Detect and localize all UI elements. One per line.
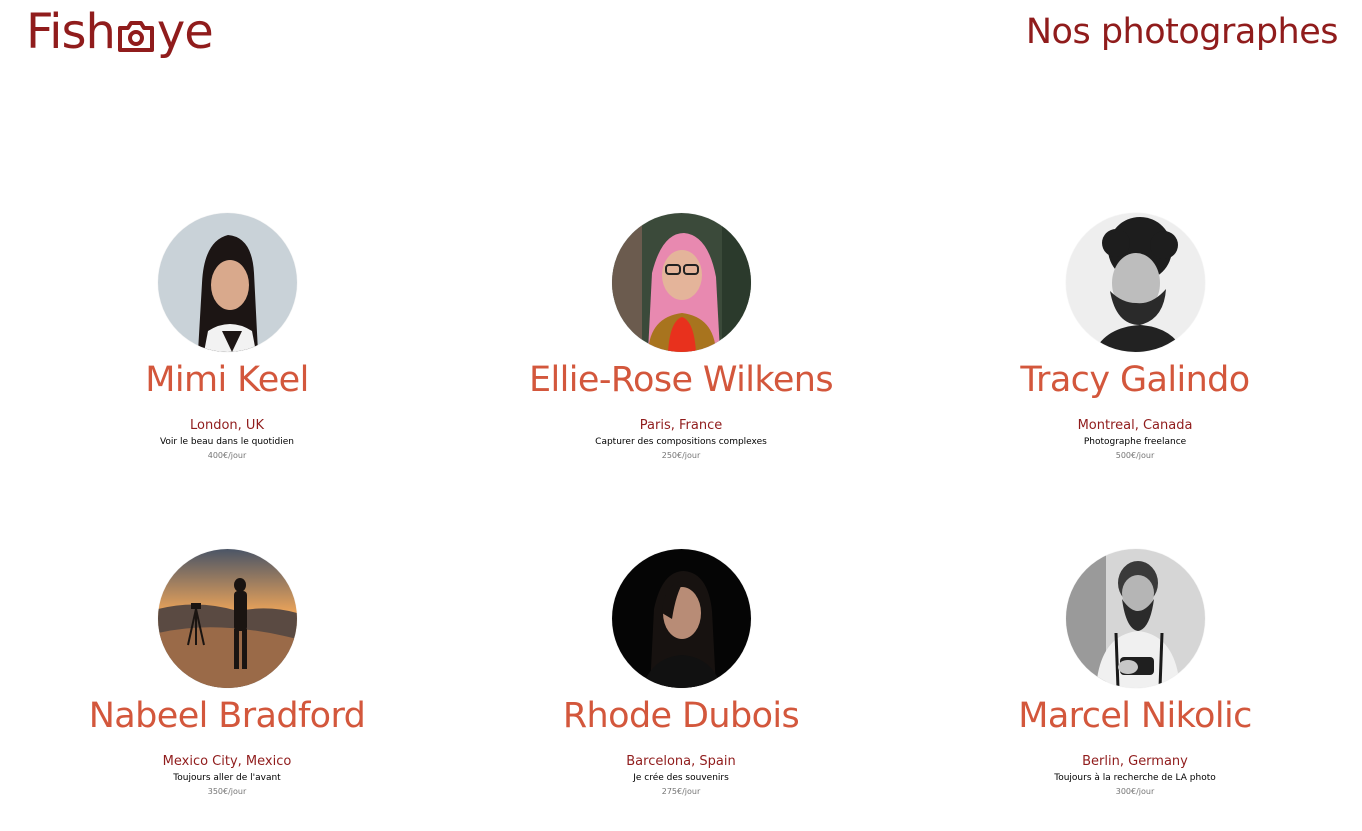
portrait-image bbox=[157, 213, 297, 352]
photographer-price: 250€/jour bbox=[661, 451, 701, 460]
photographer-portrait[interactable] bbox=[611, 549, 751, 688]
photographer-card[interactable]: Tracy Galindo Montreal, Canada Photograp… bbox=[908, 213, 1362, 465]
photographer-name: Nabeel Bradford bbox=[88, 696, 366, 736]
photographer-card[interactable]: Ellie-Rose Wilkens Paris, France Capture… bbox=[454, 213, 908, 465]
portrait-image bbox=[611, 213, 751, 352]
photographer-location: London, UK bbox=[190, 418, 264, 433]
photographer-location: Mexico City, Mexico bbox=[162, 754, 292, 769]
photographer-name: Ellie-Rose Wilkens bbox=[529, 360, 834, 400]
fisheye-logo[interactable]: Fish ye bbox=[26, 4, 214, 60]
photographer-location: Berlin, Germany bbox=[1082, 754, 1188, 769]
photographer-portrait[interactable] bbox=[157, 213, 297, 352]
photographer-price: 400€/jour bbox=[207, 451, 247, 460]
camera-icon bbox=[116, 12, 156, 52]
photographer-price: 500€/jour bbox=[1115, 451, 1155, 460]
portrait-image bbox=[1065, 549, 1205, 688]
photographer-name: Marcel Nikolic bbox=[1018, 696, 1252, 736]
photographer-card[interactable]: Mimi Keel London, UK Voir le beau dans l… bbox=[0, 213, 454, 465]
photographer-price: 275€/jour bbox=[661, 787, 701, 796]
logo-text-right: ye bbox=[156, 4, 214, 60]
portrait-image bbox=[157, 549, 297, 688]
photographer-card[interactable]: Marcel Nikolic Berlin, Germany Toujours … bbox=[908, 549, 1362, 801]
portrait-image bbox=[611, 549, 751, 688]
photographer-location: Barcelona, Spain bbox=[626, 754, 736, 769]
photographer-portrait[interactable] bbox=[611, 213, 751, 352]
photographer-price: 300€/jour bbox=[1115, 787, 1155, 796]
logo-text-left: Fish bbox=[26, 4, 116, 60]
photographer-tagline: Voir le beau dans le quotidien bbox=[159, 437, 295, 447]
photographer-location: Paris, France bbox=[639, 418, 723, 433]
photographer-name: Mimi Keel bbox=[145, 360, 309, 400]
photographer-name: Rhode Dubois bbox=[562, 696, 800, 736]
photographer-portrait[interactable] bbox=[157, 549, 297, 688]
photographer-location: Montreal, Canada bbox=[1077, 418, 1193, 433]
page-title: Nos photographes bbox=[1025, 12, 1339, 52]
photographer-portrait[interactable] bbox=[1065, 213, 1205, 352]
photographers-grid: Mimi Keel London, UK Voir le beau dans l… bbox=[0, 213, 1362, 801]
portrait-image bbox=[1065, 213, 1205, 352]
photographer-tagline: Toujours à la recherche de LA photo bbox=[1054, 773, 1216, 783]
photographer-card[interactable]: Rhode Dubois Barcelona, Spain Je crée de… bbox=[454, 549, 908, 801]
photographer-tagline: Je crée des souvenirs bbox=[633, 773, 729, 783]
photographer-name: Tracy Galindo bbox=[1020, 360, 1250, 400]
photographer-tagline: Toujours aller de l'avant bbox=[173, 773, 281, 783]
page-header: Fish ye Nos photographes bbox=[0, 0, 1362, 70]
photographer-portrait[interactable] bbox=[1065, 549, 1205, 688]
photographer-tagline: Photographe freelance bbox=[1083, 437, 1187, 447]
photographer-price: 350€/jour bbox=[207, 787, 247, 796]
photographer-tagline: Capturer des compositions complexes bbox=[595, 437, 767, 447]
photographer-card[interactable]: Nabeel Bradford Mexico City, Mexico Touj… bbox=[0, 549, 454, 801]
